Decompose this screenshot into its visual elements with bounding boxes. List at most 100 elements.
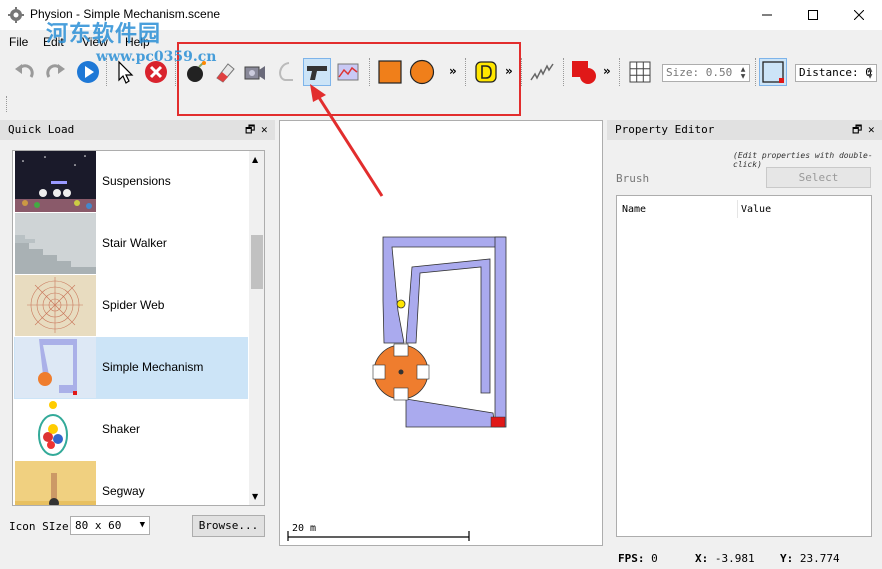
toolbar-grip[interactable] xyxy=(6,96,7,112)
spring-icon xyxy=(530,63,554,81)
close-icon xyxy=(854,10,864,20)
panel-close-icon[interactable]: ✕ xyxy=(868,120,875,140)
menu-edit[interactable]: Edit xyxy=(43,35,64,49)
icon-size-label: Icon SIze xyxy=(9,520,69,533)
spin-arrows-icon[interactable]: ▲ ▼ xyxy=(738,66,748,80)
scale-label: 20 m xyxy=(292,523,317,534)
toolbar-separator xyxy=(106,58,107,86)
spring-tool-button[interactable] xyxy=(528,58,556,86)
y-readout: Y: 23.774 xyxy=(780,552,840,565)
distance-spinbox[interactable]: Distance: 0 ▲ ▼ xyxy=(795,64,877,82)
list-item-label: Shaker xyxy=(102,422,141,436)
column-header-value[interactable]: Value xyxy=(741,204,771,215)
delete-icon xyxy=(145,61,167,83)
thumbnail-simple-mechanism xyxy=(15,337,96,398)
list-item-label: Suspensions xyxy=(102,174,171,188)
list-item-label: Spider Web xyxy=(102,298,165,312)
list-item-label: Stair Walker xyxy=(102,236,167,250)
distance-value: Distance: 0 xyxy=(799,66,872,79)
y-label: Y: xyxy=(780,552,794,565)
annotation-highlight-box xyxy=(177,42,521,116)
undock-icon[interactable]: 🗗 xyxy=(245,120,255,140)
more-tools-chevron-icon[interactable]: » xyxy=(603,64,611,78)
select-button[interactable]: Select xyxy=(766,167,871,188)
scrollbar-thumb[interactable] xyxy=(251,235,263,289)
shape-brush-icon xyxy=(572,61,596,84)
toolbar-separator xyxy=(563,58,564,86)
list-scrollbar[interactable]: ▲ ▼ xyxy=(249,151,264,505)
quick-load-header: Quick Load 🗗 ✕ xyxy=(0,120,275,140)
play-button[interactable] xyxy=(74,58,102,86)
thumbnail-spider-web xyxy=(15,275,96,336)
property-table[interactable]: Name Value xyxy=(616,195,872,537)
status-bar: FPS: 0 X: -3.981 Y: 23.774 xyxy=(0,549,882,569)
list-item[interactable]: Suspensions xyxy=(14,151,248,213)
list-item[interactable]: Stair Walker xyxy=(14,213,248,275)
list-item[interactable]: Segway xyxy=(14,461,248,505)
minimize-icon xyxy=(762,14,772,16)
app-icon xyxy=(8,7,24,23)
simulation-canvas[interactable]: 20 m xyxy=(279,120,603,546)
menu-help[interactable]: Help xyxy=(125,35,150,49)
window-title: Physion - Simple Mechanism.scene xyxy=(30,7,221,21)
grid-icon xyxy=(629,61,651,83)
maximize-icon xyxy=(808,10,818,20)
fps-label: FPS: xyxy=(618,552,645,565)
toolbar-separator xyxy=(521,58,522,86)
maximize-button[interactable] xyxy=(790,0,836,30)
panel-close-icon[interactable]: ✕ xyxy=(261,120,268,140)
scroll-up-icon[interactable]: ▲ xyxy=(252,155,258,164)
title-bar: Physion - Simple Mechanism.scene xyxy=(0,0,882,30)
toolbar-separator xyxy=(755,58,756,86)
minimize-button[interactable] xyxy=(744,0,790,30)
x-label: X: xyxy=(695,552,709,565)
pointer-button[interactable] xyxy=(111,58,139,86)
redo-icon xyxy=(46,64,65,78)
list-item-label: Simple Mechanism xyxy=(102,360,204,374)
gear-shape xyxy=(372,343,430,401)
undock-icon[interactable]: 🗗 xyxy=(852,120,862,140)
thumbnail-suspensions xyxy=(15,151,96,212)
list-item[interactable]: Spider Web xyxy=(14,275,248,337)
close-button[interactable] xyxy=(836,0,882,30)
x-value: -3.981 xyxy=(714,552,755,565)
play-icon xyxy=(77,61,99,83)
toolbar-separator xyxy=(175,58,176,86)
browse-button[interactable]: Browse... xyxy=(192,515,265,537)
menu-file[interactable]: File xyxy=(9,35,28,49)
property-editor-header: Property Editor 🗗 ✕ xyxy=(607,120,882,140)
scene-drawing xyxy=(287,236,507,541)
fps-readout: FPS: 0 xyxy=(618,552,658,565)
thumbnail-stair-walker xyxy=(15,213,96,274)
spin-arrows-icon[interactable]: ▲ ▼ xyxy=(865,66,875,80)
undo-button[interactable] xyxy=(10,58,38,86)
quick-load-title: Quick Load xyxy=(8,123,75,136)
thumbnail-shaker xyxy=(15,399,96,460)
shape-brush-button[interactable] xyxy=(570,58,598,86)
fps-value: 0 xyxy=(651,552,658,565)
list-item[interactable]: Shaker xyxy=(14,399,248,461)
property-editor-title: Property Editor xyxy=(615,123,715,136)
pointer-icon xyxy=(118,60,134,84)
column-header-name[interactable]: Name xyxy=(622,204,646,215)
list-item-selected[interactable]: Simple Mechanism xyxy=(14,337,248,399)
menu-view[interactable]: View xyxy=(82,35,108,49)
size-value: Size: 0.50 xyxy=(666,66,733,79)
size-spinbox[interactable]: Size: 0.50 ▲ ▼ xyxy=(662,64,750,82)
undo-icon xyxy=(15,64,34,78)
scroll-down-icon[interactable]: ▼ xyxy=(252,492,258,501)
delete-button[interactable] xyxy=(142,58,170,86)
toolbar-separator xyxy=(619,58,620,86)
icon-size-value: 80 x 60 xyxy=(75,519,122,532)
icon-size-select[interactable]: 80 x 60 ▼ xyxy=(70,516,150,535)
quick-load-list[interactable]: Suspensions Stair Walker Spider Web Simp… xyxy=(12,150,265,506)
grid-toggle-button[interactable] xyxy=(626,58,654,86)
box-outline-button[interactable] xyxy=(759,58,787,86)
brush-label: Brush xyxy=(616,172,650,185)
thumbnail-segway xyxy=(15,461,96,505)
box-outline-icon xyxy=(762,61,784,83)
x-readout: X: -3.981 xyxy=(695,552,755,565)
redo-button[interactable] xyxy=(42,58,70,86)
column-divider[interactable] xyxy=(737,200,738,218)
y-value: 23.774 xyxy=(799,552,840,565)
